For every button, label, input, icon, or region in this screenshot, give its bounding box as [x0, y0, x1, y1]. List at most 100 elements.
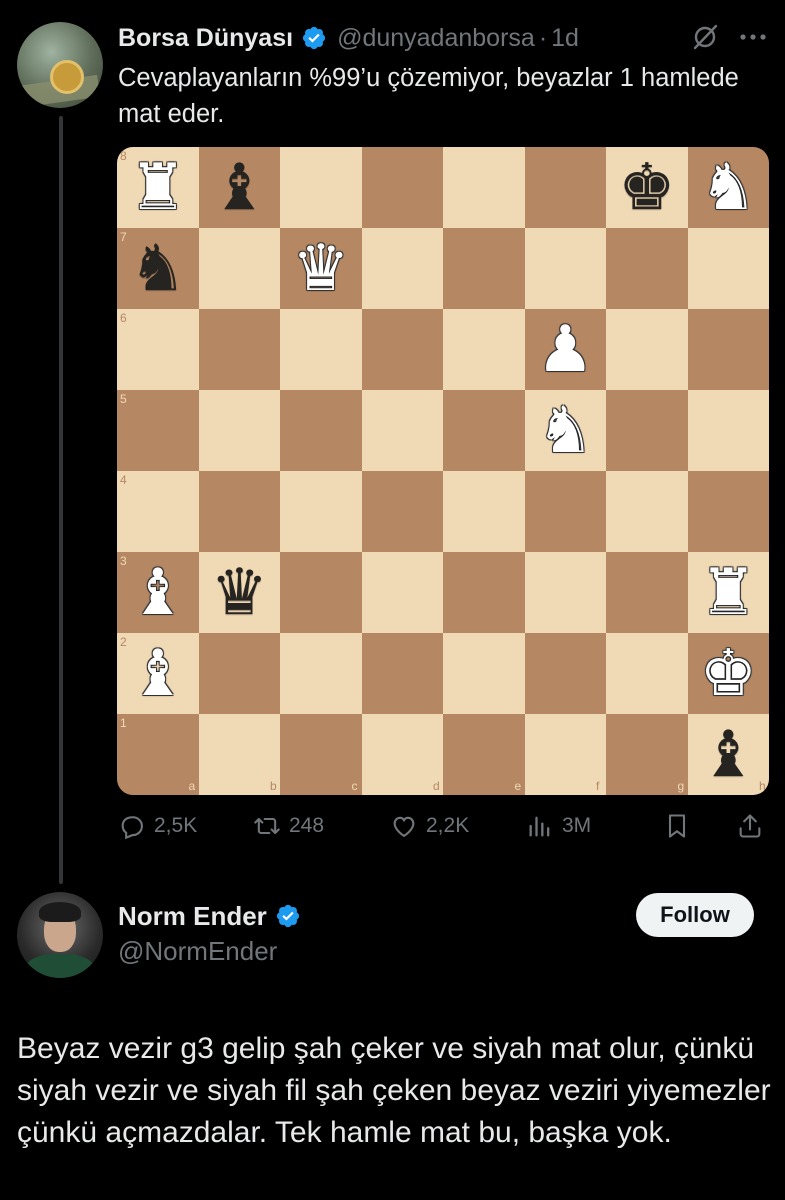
white-rook-h3[interactable]: ♜ — [688, 552, 770, 633]
grok-icon[interactable] — [690, 22, 720, 52]
file-label: g — [677, 779, 685, 793]
repost-button[interactable]: 248 — [253, 812, 324, 840]
author-handle[interactable]: @dunyadanborsa — [337, 24, 535, 53]
chess-board-image[interactable]: 8 7 6 5 4 3 2 1 a b c d e f g h ♜ ♝ ♚ ♞ ♞ ♛ ♟ ♞ ♝ ♛ ♜ ♝ ♚ ♝ — [117, 147, 769, 795]
reply-count: 2,5K — [154, 814, 198, 837]
reply-text: Beyaz vezir g3 gelip şah çeker ve siyah … — [17, 1032, 771, 1149]
more-options-icon[interactable] — [735, 22, 771, 52]
square-b5[interactable] — [198, 390, 280, 471]
avatar-coin — [50, 60, 84, 94]
square-e3[interactable] — [443, 552, 525, 633]
square-b7[interactable] — [198, 228, 280, 309]
white-king-h2[interactable]: ♚ — [688, 633, 770, 714]
square-a6[interactable] — [117, 309, 199, 390]
square-c6[interactable] — [280, 309, 362, 390]
reply-author-handle[interactable]: @NormEnder — [118, 936, 277, 967]
square-c2[interactable] — [280, 633, 362, 714]
square-c5[interactable] — [280, 390, 362, 471]
views-chart-icon — [529, 816, 550, 837]
square-g2[interactable] — [606, 633, 688, 714]
author-name[interactable]: Borsa Dünyası — [118, 24, 293, 53]
black-queen-b3[interactable]: ♛ — [199, 552, 281, 633]
square-f3[interactable] — [524, 552, 606, 633]
square-g6[interactable] — [606, 309, 688, 390]
square-g4[interactable] — [606, 471, 688, 552]
thread-connector-line — [59, 116, 63, 884]
square-b6[interactable] — [198, 309, 280, 390]
square-h6[interactable] — [687, 309, 769, 390]
reply-button[interactable]: 2,5K — [118, 812, 197, 840]
square-h4[interactable] — [687, 471, 769, 552]
square-h7[interactable] — [687, 228, 769, 309]
square-d8[interactable] — [361, 147, 443, 228]
square-e7[interactable] — [443, 228, 525, 309]
square-e4[interactable] — [443, 471, 525, 552]
rank-label: 4 — [120, 473, 127, 487]
avatar-borsa-dunyasi[interactable] — [17, 22, 103, 108]
square-d1[interactable] — [361, 714, 443, 795]
file-label: d — [433, 779, 440, 793]
file-label: b — [270, 779, 277, 793]
bookmark-button[interactable] — [663, 812, 691, 840]
square-f4[interactable] — [524, 471, 606, 552]
black-king-g8[interactable]: ♚ — [606, 147, 688, 228]
avatar-hair — [39, 902, 81, 922]
square-f2[interactable] — [524, 633, 606, 714]
rank-label: 5 — [120, 392, 127, 406]
square-f8[interactable] — [524, 147, 606, 228]
white-rook-a8[interactable]: ♜ — [117, 147, 199, 228]
like-button[interactable]: 2,2K — [390, 812, 469, 840]
square-a4[interactable] — [117, 471, 199, 552]
avatar-shirt — [25, 954, 95, 978]
post-time[interactable]: 1d — [551, 24, 579, 53]
square-d2[interactable] — [361, 633, 443, 714]
square-f1[interactable] — [524, 714, 606, 795]
square-g1[interactable] — [606, 714, 688, 795]
square-d7[interactable] — [361, 228, 443, 309]
file-label: a — [188, 779, 196, 793]
square-e2[interactable] — [443, 633, 525, 714]
tweet-header: Borsa Dünyası @dunyadanborsa · 1d — [118, 20, 579, 56]
square-e1[interactable] — [443, 714, 525, 795]
square-e5[interactable] — [443, 390, 525, 471]
reply-author-name[interactable]: Norm Ender — [118, 901, 267, 932]
share-icon — [739, 814, 761, 838]
reply-header: Norm Ender — [118, 897, 301, 935]
white-knight-h8[interactable]: ♞ — [688, 147, 770, 228]
share-button[interactable] — [736, 812, 764, 840]
square-g3[interactable] — [606, 552, 688, 633]
square-a5[interactable] — [117, 390, 199, 471]
square-d3[interactable] — [361, 552, 443, 633]
square-d4[interactable] — [361, 471, 443, 552]
square-a1[interactable] — [117, 714, 199, 795]
verified-badge-icon — [276, 904, 299, 928]
white-bishop-a3[interactable]: ♝ — [117, 552, 199, 633]
square-d5[interactable] — [361, 390, 443, 471]
square-c8[interactable] — [280, 147, 362, 228]
square-b1[interactable] — [198, 714, 280, 795]
file-label: e — [514, 779, 522, 793]
square-h5[interactable] — [687, 390, 769, 471]
square-f7[interactable] — [524, 228, 606, 309]
bookmark-icon — [668, 814, 686, 838]
black-bishop-h1[interactable]: ♝ — [688, 714, 770, 795]
black-bishop-b8[interactable]: ♝ — [199, 147, 281, 228]
white-bishop-a2[interactable]: ♝ — [117, 633, 199, 714]
square-c3[interactable] — [280, 552, 362, 633]
square-g5[interactable] — [606, 390, 688, 471]
views-button[interactable]: 3M — [526, 812, 591, 840]
white-queen-c7[interactable]: ♛ — [280, 228, 362, 309]
square-c1[interactable] — [280, 714, 362, 795]
avatar-norm-ender[interactable] — [17, 892, 103, 978]
square-e8[interactable] — [443, 147, 525, 228]
square-b2[interactable] — [198, 633, 280, 714]
square-b4[interactable] — [198, 471, 280, 552]
square-c4[interactable] — [280, 471, 362, 552]
white-pawn-f6[interactable]: ♟ — [525, 309, 607, 390]
square-e6[interactable] — [443, 309, 525, 390]
black-knight-a7[interactable]: ♞ — [117, 228, 199, 309]
white-knight-f5[interactable]: ♞ — [525, 390, 607, 471]
square-d6[interactable] — [361, 309, 443, 390]
follow-button[interactable]: Follow — [636, 893, 754, 937]
square-g7[interactable] — [606, 228, 688, 309]
